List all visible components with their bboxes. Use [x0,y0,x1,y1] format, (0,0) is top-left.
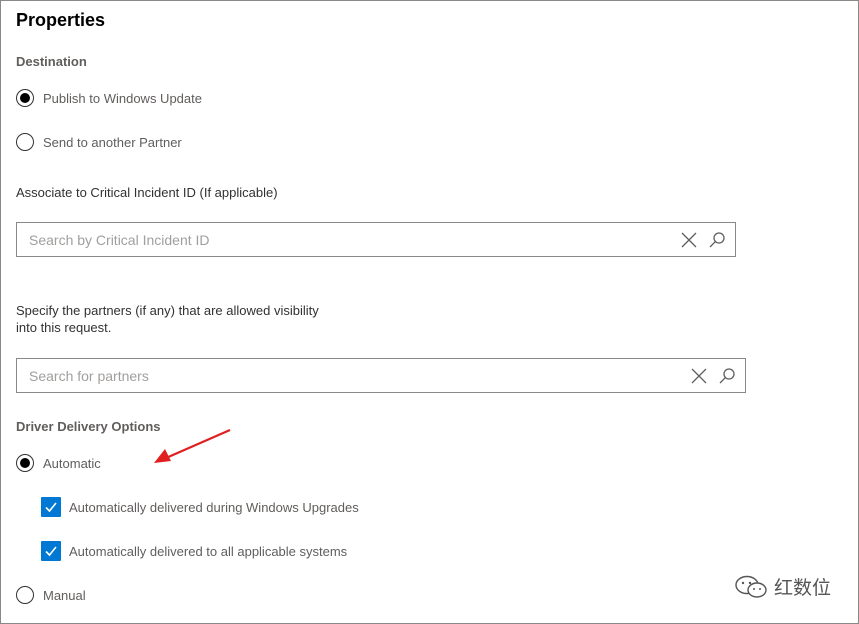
search-button[interactable] [713,362,741,390]
radio-automatic[interactable]: Automatic [16,454,101,472]
search-button[interactable] [703,226,731,254]
checkmark-icon [45,502,57,513]
annotation-arrow-icon [154,428,231,463]
radio-button[interactable] [16,454,34,472]
critical-incident-search-input[interactable] [17,231,675,248]
wechat-icon [735,575,767,598]
partners-label-line2: into this request. [16,320,112,335]
radio-label: Publish to Windows Update [43,90,202,106]
checkbox-all-applicable-systems[interactable]: Automatically delivered to all applicabl… [41,541,347,561]
partners-label: Specify the partners (if any) that are a… [16,302,319,336]
checkmark-icon [45,546,57,557]
radio-publish-windows-update[interactable]: Publish to Windows Update [16,89,202,107]
panel-title: Properties [16,10,106,30]
destination-label: Destination [16,54,87,69]
partners-search-input[interactable] [17,367,685,384]
checkbox-label: Automatically delivered to all applicabl… [69,543,348,559]
checkbox[interactable] [41,497,61,517]
partners-search-box [16,358,746,393]
radio-label: Manual [43,587,86,603]
clear-button[interactable] [685,362,713,390]
radio-label: Send to another Partner [43,134,182,150]
radio-button[interactable] [16,89,34,107]
critical-incident-label: Associate to Critical Incident ID (If ap… [16,185,278,200]
search-icon [709,231,725,247]
radio-manual[interactable]: Manual [16,586,86,604]
radio-button[interactable] [16,133,34,151]
checkbox-windows-upgrades[interactable]: Automatically delivered during Windows U… [41,497,359,517]
search-icon [719,367,735,383]
checkbox-label: Automatically delivered during Windows U… [69,499,359,515]
close-icon [681,232,697,247]
critical-incident-search-box [16,222,736,257]
close-icon [691,368,707,383]
partners-label-line1: Specify the partners (if any) that are a… [16,303,319,318]
checkbox[interactable] [41,541,61,561]
driver-delivery-options-label: Driver Delivery Options [16,419,161,434]
watermark-text: 红数位 [773,577,831,599]
radio-button[interactable] [16,586,34,604]
radio-send-another-partner[interactable]: Send to another Partner [16,133,182,151]
clear-button[interactable] [675,226,703,254]
radio-label: Automatic [43,455,101,471]
watermark: 红数位 [734,573,831,600]
